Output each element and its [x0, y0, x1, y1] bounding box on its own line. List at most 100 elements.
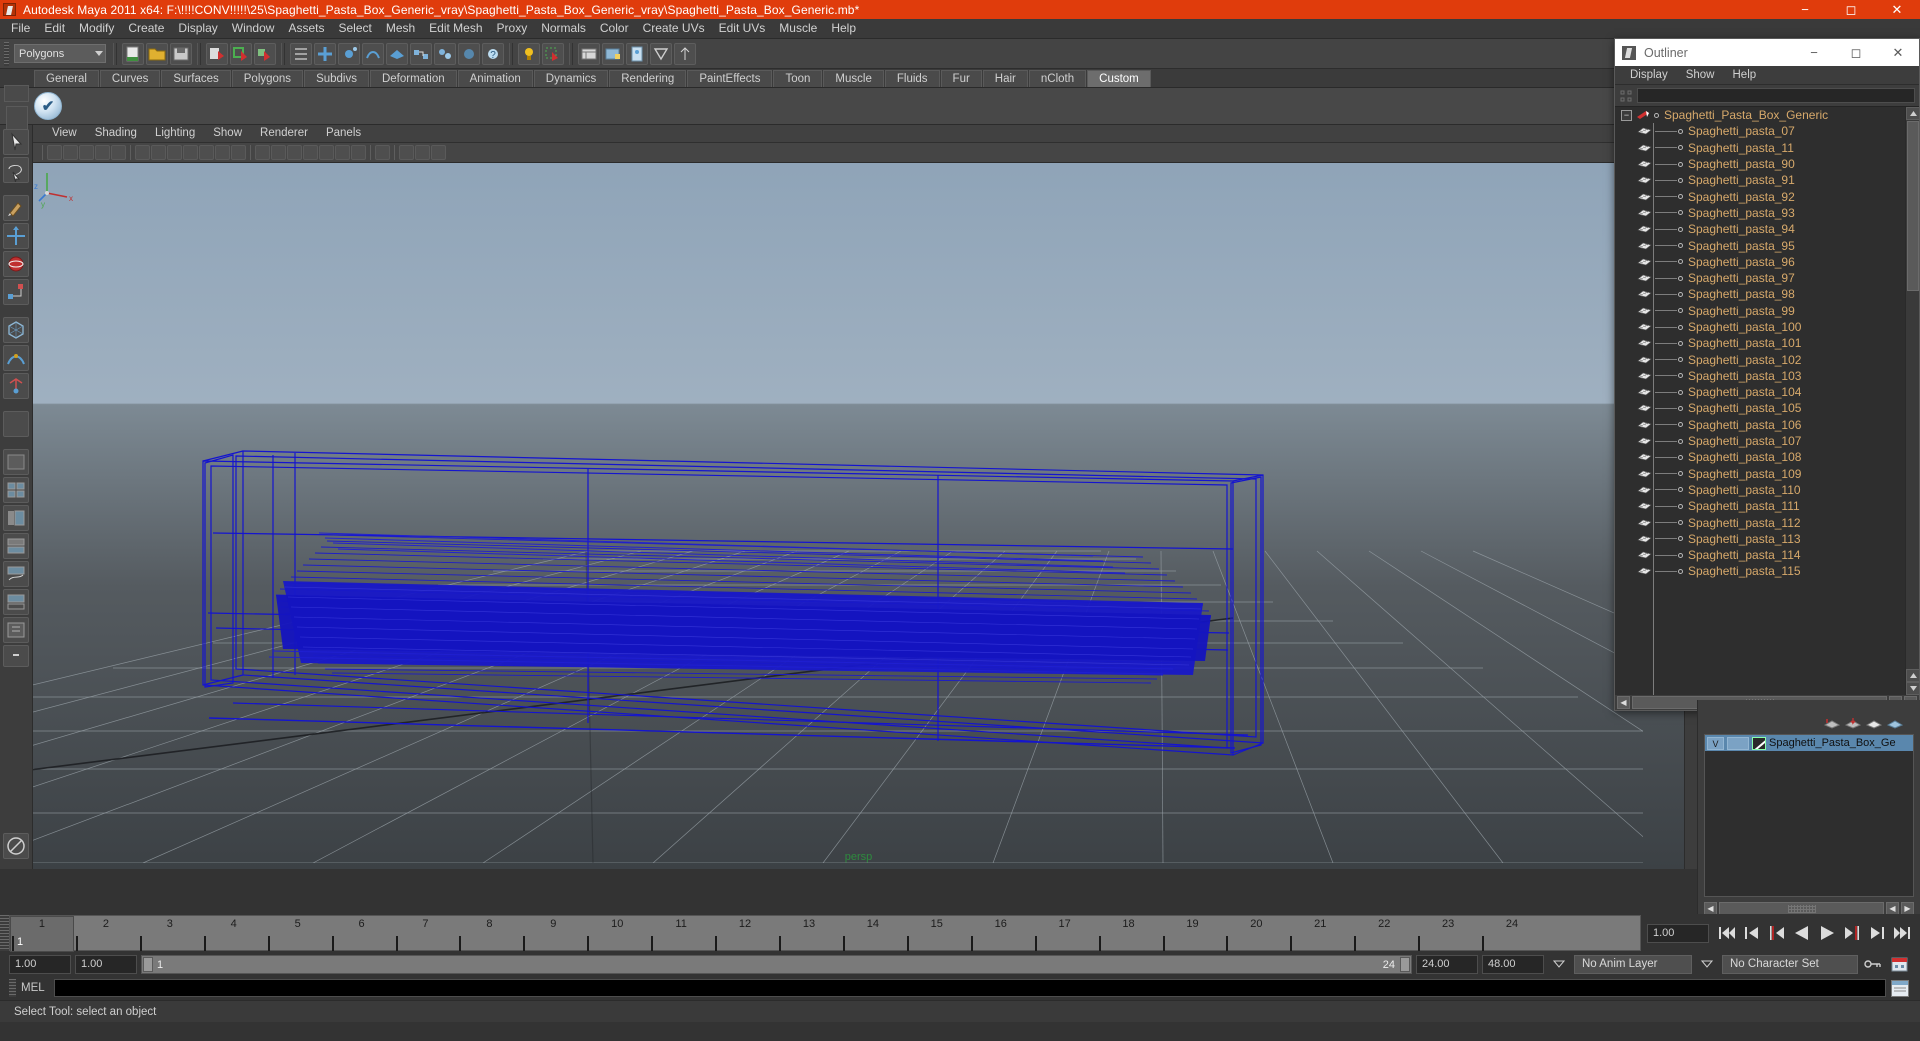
select-by-hierarchy-icon[interactable]	[206, 42, 228, 65]
script-editor-icon[interactable]	[1891, 979, 1909, 997]
command-line-input[interactable]	[54, 979, 1886, 997]
use-all-lights-icon[interactable]	[335, 145, 350, 160]
use-scene-lights-icon[interactable]	[351, 145, 366, 160]
time-slider-grip[interactable]	[0, 915, 9, 951]
character-set-dropdown[interactable]: No Character Set	[1722, 954, 1858, 974]
shelf-tab-curves[interactable]: Curves	[99, 70, 161, 87]
camera-attributes-icon[interactable]	[63, 145, 78, 160]
shelf-tab-fur[interactable]: Fur	[940, 70, 982, 87]
quick-layout-persp-graph-icon[interactable]	[3, 561, 29, 587]
layer-visibility-toggle[interactable]: V	[1707, 736, 1724, 750]
step-forward-frame-button[interactable]	[1842, 923, 1862, 943]
menu-item-proxy[interactable]: Proxy	[490, 19, 535, 38]
shelf-tab-muscle[interactable]: Muscle	[823, 70, 884, 87]
layer-row[interactable]: V Spaghetti_Pasta_Box_Ge	[1705, 735, 1913, 751]
new-layer-from-selected-icon[interactable]	[1844, 717, 1862, 730]
menu-item-edit-uvs[interactable]: Edit UVs	[712, 19, 773, 38]
outliner-row[interactable]: Spaghetti_pasta_102	[1615, 351, 1905, 367]
universal-manipulator-icon[interactable]	[3, 317, 29, 343]
quick-layout-hypershade-persp-icon[interactable]	[3, 533, 29, 559]
viewport-menu-show[interactable]: Show	[204, 125, 251, 142]
outliner-row[interactable]: Spaghetti_pasta_111	[1615, 498, 1905, 514]
wireframe-shading-icon[interactable]	[255, 145, 270, 160]
menu-item-assets[interactable]: Assets	[281, 19, 331, 38]
scroll-up-button[interactable]	[1906, 107, 1919, 120]
layer-hscroll-grip[interactable]	[1787, 904, 1816, 913]
step-forward-key-button[interactable]	[1867, 923, 1887, 943]
outliner-row[interactable]: Spaghetti_pasta_90	[1615, 156, 1905, 172]
animation-preferences-icon[interactable]	[1888, 955, 1910, 974]
smooth-shade-selected-icon[interactable]	[287, 145, 302, 160]
menu-item-window[interactable]: Window	[225, 19, 282, 38]
outliner-row[interactable]: Spaghetti_pasta_92	[1615, 188, 1905, 204]
perspective-viewport[interactable]: x y z persp	[33, 163, 1684, 869]
outliner-menu-display[interactable]: Display	[1621, 66, 1677, 84]
new-scene-icon[interactable]	[122, 42, 144, 65]
snap-to-view-plane-icon[interactable]	[386, 42, 408, 65]
play-forwards-button[interactable]	[1817, 923, 1837, 943]
viewport-menu-panels[interactable]: Panels	[317, 125, 370, 142]
use-default-light-icon[interactable]	[319, 145, 334, 160]
viewport-menu-view[interactable]: View	[43, 125, 86, 142]
range-slider-right-handle[interactable]	[1400, 956, 1410, 972]
outliner-row[interactable]: Spaghetti_pasta_106	[1615, 417, 1905, 433]
snap-to-projected-center-icon[interactable]	[362, 42, 384, 65]
outliner-row[interactable]: Spaghetti_pasta_104	[1615, 384, 1905, 400]
shelf-tab-animation[interactable]: Animation	[457, 70, 533, 87]
menu-item-edit[interactable]: Edit	[37, 19, 72, 38]
menu-item-file[interactable]: File	[4, 19, 37, 38]
character-set-chevron-down-icon[interactable]	[1696, 955, 1718, 974]
outliner-row[interactable]: Spaghetti_pasta_108	[1615, 449, 1905, 465]
scale-tool-icon[interactable]	[3, 279, 29, 305]
range-end-time-field[interactable]: 24.00	[1416, 954, 1478, 974]
text-display-icon[interactable]	[231, 145, 246, 160]
current-time-field[interactable]: 1.00	[1647, 923, 1709, 943]
outliner-row[interactable]: Spaghetti_pasta_99	[1615, 303, 1905, 319]
select-tool-icon[interactable]	[3, 129, 29, 155]
shelf-tab-menu-button[interactable]	[4, 85, 29, 102]
attribute-editor-icon[interactable]	[626, 42, 648, 65]
shelf-tab-fluids[interactable]: Fluids	[884, 70, 940, 87]
image-plane-icon[interactable]	[95, 145, 110, 160]
tool-settings-icon[interactable]	[650, 42, 672, 65]
select-camera-icon[interactable]	[47, 145, 62, 160]
outliner-row[interactable]: Spaghetti_pasta_94	[1615, 221, 1905, 237]
outliner-scroll-thumb[interactable]	[1907, 121, 1919, 291]
layer-playback-toggle[interactable]	[1727, 736, 1749, 750]
xray-display-icon[interactable]	[415, 145, 430, 160]
menu-item-edit-mesh[interactable]: Edit Mesh	[422, 19, 489, 38]
close-button[interactable]: ✕	[1874, 0, 1920, 19]
xray-joints-icon[interactable]	[215, 145, 230, 160]
menu-item-select[interactable]: Select	[331, 19, 378, 38]
menu-item-modify[interactable]: Modify	[72, 19, 121, 38]
menu-item-color[interactable]: Color	[593, 19, 636, 38]
shadows-icon[interactable]	[375, 145, 390, 160]
shelf-tab-toon[interactable]: Toon	[773, 70, 823, 87]
show-manipulator-tool-icon[interactable]	[3, 373, 29, 399]
render-current-frame-icon[interactable]	[434, 42, 456, 65]
layer-hscroll-left-icon[interactable]: ◀	[1704, 901, 1717, 915]
last-tool-used-button[interactable]	[3, 411, 29, 437]
shelf-tab-deformation[interactable]: Deformation	[369, 70, 457, 87]
scroll-down-button[interactable]	[1906, 682, 1919, 695]
anim-layer-chevron-down-icon[interactable]	[1548, 955, 1570, 974]
minimize-button[interactable]: −	[1782, 0, 1828, 19]
quick-layout-outliner-persp-icon[interactable]	[3, 505, 29, 531]
outliner-row[interactable]: Spaghetti_pasta_110	[1615, 482, 1905, 498]
custom-shelf-checkmark-icon[interactable]	[34, 92, 62, 120]
anim-layer-dropdown[interactable]: No Anim Layer	[1574, 954, 1692, 974]
viewport-menu-renderer[interactable]: Renderer	[251, 125, 317, 142]
animation-start-time-field[interactable]: 1.00	[9, 954, 71, 974]
outliner-row[interactable]: Spaghetti_pasta_101	[1615, 335, 1905, 351]
outliner-minimize-button[interactable]: −	[1793, 39, 1835, 66]
command-line-grip[interactable]	[9, 979, 16, 997]
shelf-tab-polygons[interactable]: Polygons	[231, 70, 304, 87]
menu-item-muscle[interactable]: Muscle	[772, 19, 824, 38]
selection-mask-dropdown[interactable]: Polygons	[14, 44, 106, 63]
go-to-start-button[interactable]	[1717, 923, 1737, 943]
outliner-search-input[interactable]	[1637, 88, 1915, 103]
snap-to-point-icon[interactable]	[338, 42, 360, 65]
no-character-set-icon[interactable]	[3, 833, 29, 859]
snap-to-grid-icon[interactable]	[290, 42, 312, 65]
layer-hscroll-left2-icon[interactable]: ◀	[1886, 901, 1899, 915]
